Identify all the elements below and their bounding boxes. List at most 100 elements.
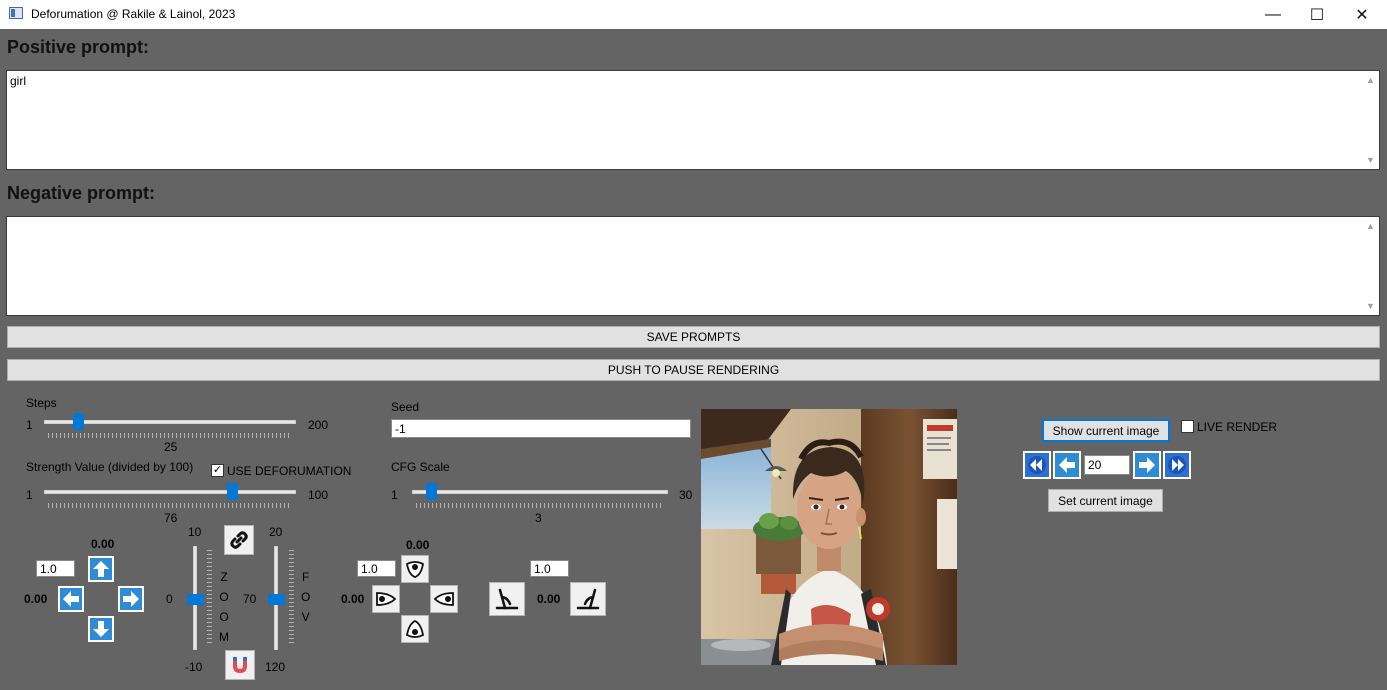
rotate-down-button[interactable] [401, 615, 429, 643]
positive-prompt-title: Positive prompt: [7, 37, 150, 57]
cfg-slider-track[interactable] [412, 490, 668, 494]
zoom-value: 0 [166, 592, 173, 606]
cfg-slider-thumb[interactable] [426, 483, 437, 500]
checkmark-icon: ✓ [212, 464, 223, 476]
eye-left-icon [376, 592, 397, 606]
next-frame-button[interactable] [1133, 451, 1161, 479]
pan-left-button[interactable] [58, 586, 84, 612]
live-render-checkbox[interactable] [1181, 420, 1194, 433]
scroll-down-icon[interactable]: ▼ [1366, 155, 1375, 165]
magnet-button[interactable] [225, 650, 255, 680]
positive-prompt-text: girl [10, 74, 27, 88]
positive-prompt-scrollbar[interactable]: ▲ ▼ [1362, 71, 1379, 169]
show-current-image-button[interactable]: Show current image [1042, 419, 1170, 442]
eye-up-icon [405, 561, 425, 578]
zoom-slider-thumb[interactable] [187, 594, 204, 605]
strength-slider-thumb[interactable] [227, 483, 238, 500]
double-right-arrow-icon [1163, 451, 1191, 479]
maximize-button[interactable]: ☐ [1294, 0, 1340, 29]
rotate-left-button[interactable] [372, 585, 400, 613]
tilt-step-input[interactable] [530, 560, 569, 577]
previous-frame-button[interactable] [1053, 451, 1081, 479]
tilt-right-button[interactable] [570, 582, 606, 616]
steps-ticks [48, 433, 292, 438]
negative-prompt-input[interactable]: ▲ ▼ [6, 216, 1380, 316]
rotate-right-button[interactable] [430, 585, 458, 613]
eye-right-icon [433, 592, 454, 606]
pan-up-button[interactable] [88, 556, 114, 582]
cfg-label: CFG Scale [391, 460, 450, 474]
negative-prompt-title: Negative prompt: [7, 183, 156, 203]
close-button[interactable]: ✕ [1339, 0, 1385, 29]
window-title: Deforumation @ Rakile & Lainol, 2023 [31, 7, 236, 21]
use-deforumation-checkbox[interactable]: ✓ [211, 464, 224, 477]
tilt-value: 0.00 [537, 592, 561, 606]
zoom-ticks [207, 550, 212, 646]
scroll-up-icon[interactable]: ▲ [1366, 75, 1375, 85]
positive-prompt-input[interactable]: girl ▲ ▼ [6, 70, 1380, 170]
steps-slider-thumb[interactable] [73, 413, 84, 430]
cfg-max: 30 [679, 488, 693, 502]
zoom-top-label: 10 [188, 525, 202, 539]
fov-top-label: 20 [269, 525, 283, 539]
tilt-right-icon [576, 588, 600, 610]
save-prompts-button[interactable]: SAVE PROMPTS [7, 326, 1380, 348]
live-render-label: LIVE RENDER [1197, 420, 1278, 434]
pan-right-button[interactable] [118, 586, 144, 612]
frame-number-input[interactable] [1084, 455, 1130, 475]
steps-label: Steps [26, 396, 57, 410]
arrow-right-icon [1133, 451, 1161, 479]
set-current-image-button[interactable]: Set current image [1048, 489, 1163, 512]
pan-step-input[interactable] [36, 560, 75, 577]
strength-label: Strength Value (divided by 100) [26, 460, 194, 474]
rotation-y-value: 0.00 [406, 538, 430, 552]
steps-max: 200 [308, 418, 329, 432]
fov-slider-thumb[interactable] [268, 594, 285, 605]
eye-down-icon [405, 619, 425, 638]
zoom-caption: Z O O M [219, 567, 229, 647]
zoom-letter: M [219, 630, 229, 644]
rotation-step-input[interactable] [357, 560, 396, 577]
arrow-left-icon [1053, 451, 1081, 479]
strength-min: 1 [26, 488, 33, 502]
tilt-left-button[interactable] [489, 582, 525, 616]
double-left-arrow-icon [1023, 451, 1051, 479]
negative-prompt-scrollbar[interactable]: ▲ ▼ [1362, 217, 1379, 315]
first-frame-button[interactable] [1023, 451, 1051, 479]
strength-max: 100 [308, 488, 329, 502]
zoom-letter: O [219, 610, 229, 624]
fov-caption: F O V [301, 567, 310, 627]
scroll-up-icon[interactable]: ▲ [1366, 221, 1375, 231]
cfg-ticks [416, 503, 664, 508]
arrow-right-icon [118, 586, 144, 612]
strength-slider-track[interactable] [44, 490, 296, 494]
link-button[interactable] [224, 525, 254, 555]
steps-min: 1 [26, 418, 33, 432]
current-render-image [701, 409, 957, 665]
minimize-button[interactable]: — [1250, 0, 1296, 29]
cfg-value: 3 [535, 511, 542, 525]
rotate-up-button[interactable] [401, 555, 429, 583]
last-frame-button[interactable] [1163, 451, 1191, 479]
seed-input[interactable] [391, 419, 691, 438]
chain-link-icon [230, 531, 248, 549]
tilt-left-icon [495, 588, 519, 610]
seed-label: Seed [391, 400, 420, 414]
use-deforumation-label: USE DEFORUMATION [227, 464, 352, 478]
strength-ticks [48, 503, 292, 508]
arrow-left-icon [58, 586, 84, 612]
rotation-x-value: 0.00 [341, 592, 365, 606]
zoom-bottom-label: -10 [185, 660, 203, 674]
fov-bottom-label: 120 [265, 660, 286, 674]
strength-value: 76 [164, 511, 178, 525]
zoom-letter: Z [220, 570, 228, 584]
app-window-icon [9, 7, 23, 19]
pause-rendering-button[interactable]: PUSH TO PAUSE RENDERING [7, 359, 1380, 381]
fov-letter: F [302, 570, 310, 584]
arrow-up-icon [88, 556, 114, 582]
scroll-down-icon[interactable]: ▼ [1366, 301, 1375, 311]
cfg-min: 1 [391, 488, 398, 502]
pan-y-value: 0.00 [91, 537, 115, 551]
fov-value: 70 [243, 592, 257, 606]
pan-down-button[interactable] [88, 616, 114, 642]
